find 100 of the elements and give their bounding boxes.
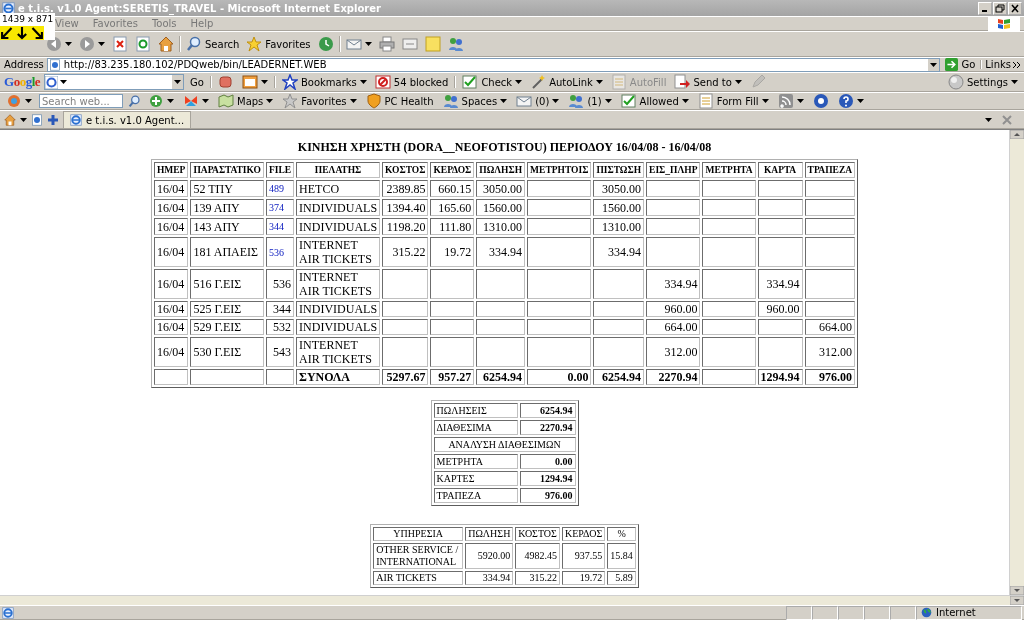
table-cell: 315.22: [382, 237, 429, 267]
table-cell: 660.15: [430, 180, 475, 197]
caret-icon[interactable]: [681, 99, 689, 103]
caret-icon[interactable]: [604, 99, 612, 103]
toolbar-button[interactable]: Search: [184, 36, 242, 52]
caret-icon[interactable]: [65, 42, 72, 46]
toolbar-button[interactable]: (0): [514, 93, 562, 109]
search-field[interactable]: [44, 74, 185, 90]
toolbar-button[interactable]: Bookmarks: [279, 74, 369, 90]
search-icon: [186, 36, 202, 52]
table-cell: ΣΥΝΟΛΑ: [296, 369, 381, 385]
caret-icon[interactable]: [761, 99, 769, 103]
browser-tab[interactable]: e t.i.s. v1.0 Agent...: [63, 111, 192, 128]
resize-arrows-icon[interactable]: [0, 26, 44, 40]
search-field[interactable]: Search web...: [39, 94, 123, 108]
star-icon: [282, 93, 299, 109]
caret-icon[interactable]: [1011, 80, 1018, 84]
toolbar-button[interactable]: [343, 36, 374, 52]
go-button[interactable]: Go: [943, 58, 978, 71]
toolbar-button[interactable]: Check: [460, 74, 525, 90]
table-cell: [757, 237, 803, 267]
caret-icon[interactable]: [60, 80, 68, 84]
toolbar-button[interactable]: Favorites: [244, 36, 313, 52]
table-cell: 5297.67: [382, 369, 429, 385]
column-header: FILE: [265, 162, 295, 178]
caret-icon[interactable]: [515, 80, 523, 84]
caret-icon[interactable]: [796, 99, 804, 103]
go-button[interactable]: Go: [188, 76, 206, 88]
toolbar-button[interactable]: [77, 36, 107, 52]
table-cell: 525 Γ.ΕΙΣ: [190, 301, 264, 317]
table-cell: [804, 301, 856, 317]
caret-icon[interactable]: [98, 42, 105, 46]
table-cell: [804, 199, 856, 216]
toolbar-button[interactable]: (1): [566, 93, 614, 109]
caret-icon[interactable]: [595, 80, 603, 84]
table-cell: [646, 199, 701, 216]
plus-icon[interactable]: [47, 113, 59, 126]
table-cell: [527, 319, 592, 335]
caret-icon[interactable]: [985, 117, 992, 122]
table-cell: [804, 269, 856, 299]
caret-icon[interactable]: [552, 99, 560, 103]
table-cell: ΚΑΡΤΕΣ: [433, 471, 518, 486]
toolbar-button[interactable]: Maps: [216, 93, 276, 109]
table-cell: [702, 337, 756, 367]
caret-icon[interactable]: [202, 99, 209, 103]
restore-icon[interactable]: [993, 1, 1007, 15]
caret-icon[interactable]: [260, 80, 268, 84]
caret-icon[interactable]: [25, 99, 32, 103]
caret-icon[interactable]: [856, 99, 864, 103]
toolbar-button[interactable]: AutoLink: [528, 74, 605, 90]
caret-icon[interactable]: [266, 99, 274, 103]
table-cell: [382, 319, 429, 335]
toolbar-button[interactable]: PC Health: [363, 93, 436, 109]
file-link[interactable]: 344: [268, 221, 284, 232]
address-field[interactable]: http://83.235.180.102/PDQweb/bin/LEADERNET.WEB: [46, 57, 941, 72]
minimize-icon[interactable]: [978, 1, 992, 15]
column-header: ΠΑΡΑΣΤΑΤΙΚΟ: [190, 162, 264, 178]
scroll-arrow-icon[interactable]: [1010, 130, 1024, 139]
toolbar-button[interactable]: Form Fill: [695, 93, 771, 109]
column-header: ΚΟΣΤΟΣ: [515, 527, 560, 541]
stop-icon: [112, 36, 128, 52]
caret-icon[interactable]: [20, 117, 27, 122]
toolbar-button[interactable]: Spaces: [440, 93, 510, 109]
caret-icon[interactable]: [174, 80, 182, 84]
caret-icon[interactable]: [167, 99, 174, 103]
file-link[interactable]: 374: [268, 202, 284, 213]
toolbar-button[interactable]: Allowed: [618, 93, 691, 109]
file-link[interactable]: 536: [268, 246, 284, 258]
caret-icon[interactable]: [930, 62, 938, 67]
scroll-arrow-icon[interactable]: [1010, 596, 1024, 605]
toolbar-button[interactable]: Send to: [672, 74, 744, 90]
caret-icon[interactable]: [500, 99, 508, 103]
column-header: ΠΕΛΑΤΗΣ: [296, 162, 381, 178]
caret-icon[interactable]: [734, 80, 742, 84]
caret-icon[interactable]: [359, 80, 367, 84]
links-button[interactable]: Links: [985, 59, 1011, 70]
settings-button[interactable]: Settings: [946, 74, 1020, 90]
table-cell: [593, 269, 645, 299]
caret-icon[interactable]: [364, 42, 372, 46]
table-cell: 4982.45: [515, 543, 560, 569]
table-cell: 111.80: [430, 218, 475, 235]
table-cell: 143 ΑΠΥ: [190, 218, 264, 235]
table-cell: 2270.94: [519, 420, 576, 435]
chevron-icon[interactable]: [1013, 61, 1020, 68]
table-cell: ΠΩΛΗΣΕΙΣ: [433, 403, 518, 418]
table-cell: 664.00: [804, 319, 856, 335]
table-cell: [702, 269, 756, 299]
file-link[interactable]: 489: [268, 183, 284, 194]
table-cell: 532: [265, 319, 295, 335]
column-header: %: [607, 527, 636, 541]
caret-icon[interactable]: [349, 99, 357, 103]
table-cell: 344: [265, 301, 295, 317]
table-cell: 19.72: [561, 571, 606, 585]
search-icon: [128, 94, 141, 108]
toolbar-button[interactable]: 54 blocked: [372, 74, 451, 90]
table-cell: [757, 199, 803, 216]
table-cell: [702, 369, 756, 385]
toolbar-button[interactable]: Favorites: [280, 93, 359, 109]
toolbar-button[interactable]: [239, 74, 270, 90]
scroll-arrow-icon[interactable]: [1010, 586, 1024, 595]
